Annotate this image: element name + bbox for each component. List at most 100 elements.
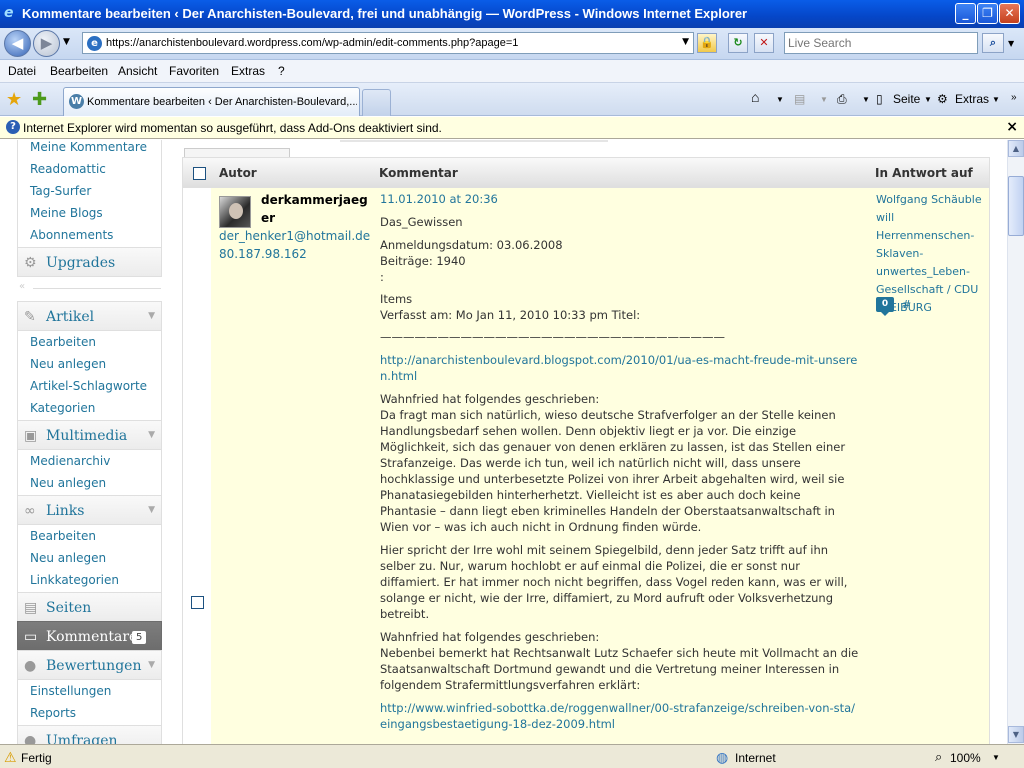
feeds-dropdown-icon[interactable]: ▼	[820, 95, 828, 104]
back-button[interactable]: ◀	[4, 30, 31, 57]
row-checkbox[interactable]	[191, 596, 204, 609]
toggle-arrow-icon[interactable]: ▼	[148, 660, 155, 670]
minimize-button[interactable]: _	[955, 3, 976, 24]
print-icon[interactable]: ⎙	[837, 92, 847, 107]
sidebar-item-linkkategorien[interactable]: Linkkategorien	[30, 573, 119, 587]
author-ip-link[interactable]: 80.187.98.162	[219, 247, 307, 261]
sidebar-menu-artikel[interactable]: ✎ Artikel ▼	[17, 301, 162, 331]
history-dropdown-icon[interactable]: ▼	[63, 37, 70, 47]
tools-dropdown-icon[interactable]: ▼	[992, 95, 1000, 104]
lock-icon[interactable]: 🔒	[697, 33, 717, 53]
tab-active[interactable]: W Kommentare bearbeiten ‹ Der Anarchiste…	[63, 87, 360, 116]
toggle-arrow-icon[interactable]: ▼	[148, 430, 155, 440]
add-favorite-icon[interactable]: ✚	[32, 89, 47, 110]
divider	[33, 288, 161, 289]
close-button[interactable]: ✕	[999, 3, 1020, 24]
toggle-arrow-icon[interactable]: ▼	[148, 505, 155, 515]
author-name: derkammerjaeger	[261, 193, 368, 225]
sidebar-item-artikel-neu[interactable]: Neu anlegen	[30, 357, 106, 371]
menu-bearbeiten[interactable]: Bearbeiten	[50, 64, 108, 78]
menu-ansicht[interactable]: Ansicht	[118, 64, 157, 78]
sidebar-item-meine-blogs[interactable]: Meine Blogs	[30, 206, 103, 220]
sidebar-menu-seiten[interactable]: ▤ Seiten	[17, 592, 162, 622]
window-title: Kommentare bearbeiten ‹ Der Anarchisten-…	[22, 6, 748, 21]
close-infobar-icon[interactable]: ×	[1006, 119, 1018, 135]
comment-link[interactable]: http://anarchistenboulevard.blogspot.com…	[380, 353, 857, 383]
sidebar-item-medienarchiv[interactable]: Medienarchiv	[30, 454, 110, 468]
comment-text: Anmeldungsdatum: 03.06.2008	[380, 238, 563, 252]
scroll-down-arrow-icon[interactable]: ▼	[1008, 726, 1024, 743]
home-dropdown-icon[interactable]: ▼	[776, 95, 784, 104]
select-all-checkbox[interactable]	[193, 167, 206, 180]
comment-text: Nebenbei bemerkt hat Rechtsanwalt Lutz S…	[380, 646, 859, 692]
menu-help[interactable]: ?	[278, 64, 285, 78]
sidebar-menu-multimedia[interactable]: ▣ Multimedia ▼	[17, 420, 162, 450]
search-field[interactable]	[784, 32, 978, 54]
artikel-label: Artikel	[46, 309, 95, 325]
sidebar-menu-bewertungen[interactable]: ● Bewertungen ▼	[17, 650, 162, 680]
search-input[interactable]	[788, 33, 976, 53]
maximize-button[interactable]: ❐	[977, 3, 998, 24]
ie-logo-icon: e	[4, 5, 14, 21]
comment-link[interactable]: http://www.winfried-sobottka.de/roggenwa…	[380, 701, 855, 731]
page-dropdown-icon[interactable]: ▼	[924, 95, 932, 104]
collapse-arrows-icon[interactable]: «	[19, 281, 25, 292]
info-bar[interactable]: ? Internet Explorer wird momentan so aus…	[0, 117, 1024, 139]
sidebar-item-schlagworte[interactable]: Artikel-Schlagworte	[30, 379, 147, 393]
page-menu-icon[interactable]: ▯	[876, 92, 883, 106]
permalink-hash[interactable]: #	[902, 298, 911, 311]
sidebar-menu-upgrades[interactable]: ⚙ Upgrades	[17, 247, 162, 277]
menu-extras[interactable]: Extras	[231, 64, 265, 78]
sidebar-item-readomattic[interactable]: Readomattic	[30, 162, 106, 176]
comment-count-bubble[interactable]: 0	[876, 297, 894, 312]
address-dropdown-icon[interactable]: ▼	[682, 37, 689, 47]
column-author: Autor	[219, 166, 257, 180]
sidebar-item-links-neu[interactable]: Neu anlegen	[30, 551, 106, 565]
zoom-dropdown-icon[interactable]: ▼	[992, 753, 1000, 762]
sidebar-item-artikel-bearbeiten[interactable]: Bearbeiten	[30, 335, 96, 349]
sidebar-item-kategorien[interactable]: Kategorien	[30, 401, 95, 415]
seiten-label: Seiten	[46, 600, 92, 616]
favorites-star-icon[interactable]: ★	[6, 89, 22, 110]
comment-date-link[interactable]: 11.01.2010 at 20:36	[380, 192, 498, 206]
sidebar-item-abonnements[interactable]: Abonnements	[30, 228, 113, 242]
sidebar-item-tag-surfer[interactable]: Tag-Surfer	[30, 184, 91, 198]
refresh-icon[interactable]: ↻	[728, 33, 748, 53]
zone-text: Internet	[735, 751, 776, 765]
zoom-icon[interactable]: ⌕	[935, 749, 942, 765]
address-field[interactable]: e https://anarchistenboulevard.wordpress…	[82, 32, 694, 54]
page-menu[interactable]: Seite	[893, 92, 920, 106]
vertical-scrollbar[interactable]: ▲ ▼	[1007, 140, 1024, 744]
toggle-arrow-icon[interactable]: ▼	[148, 311, 155, 321]
bulk-actions-select[interactable]	[184, 148, 290, 157]
menu-datei[interactable]: Datei	[8, 64, 36, 78]
menu-favoriten[interactable]: Favoriten	[169, 64, 219, 78]
home-icon[interactable]: ⌂	[751, 89, 759, 105]
print-dropdown-icon[interactable]: ▼	[862, 95, 870, 104]
forward-button[interactable]: ▶	[33, 30, 60, 57]
feeds-icon[interactable]: ▤	[794, 92, 805, 106]
sidebar-collapse[interactable]: «	[17, 279, 162, 297]
comment-separator: ——————————————————————————————	[380, 330, 725, 344]
sidebar-item-einstellungen[interactable]: Einstellungen	[30, 684, 111, 698]
sidebar-item-links-bearbeiten[interactable]: Bearbeiten	[30, 529, 96, 543]
toolbar-overflow-icon[interactable]: »	[1011, 92, 1017, 103]
sidebar-item-meine-kommentare[interactable]: Meine Kommentare	[30, 140, 147, 154]
comment-text: Verfasst am: Mo Jan 11, 2010 10:33 pm Ti…	[380, 308, 641, 322]
search-options-icon[interactable]: ▼	[1008, 39, 1014, 48]
author-email-link[interactable]: der_henker1@hotmail.de	[219, 229, 370, 243]
scroll-thumb[interactable]	[1008, 176, 1024, 236]
tools-menu[interactable]: Extras	[955, 92, 989, 106]
stop-icon[interactable]: ✕	[754, 33, 774, 53]
comments-table: Autor Kommentar In Antwort auf derkammer…	[182, 157, 990, 744]
sidebar-menu-kommentare[interactable]: ▭ Kommentare 5	[17, 621, 162, 651]
zoom-level[interactable]: 100%	[950, 751, 981, 765]
scroll-up-arrow-icon[interactable]: ▲	[1008, 140, 1024, 157]
sidebar-menu-links[interactable]: ∞ Links ▼	[17, 495, 162, 525]
sidebar-item-multimedia-neu[interactable]: Neu anlegen	[30, 476, 106, 490]
gear-icon[interactable]: ⚙	[937, 92, 948, 106]
sidebar-item-reports[interactable]: Reports	[30, 706, 76, 720]
search-icon[interactable]: ⌕	[982, 33, 1004, 53]
new-tab-button[interactable]	[362, 89, 391, 116]
sidebar-menu-umfragen[interactable]: ● Umfragen	[17, 725, 162, 744]
